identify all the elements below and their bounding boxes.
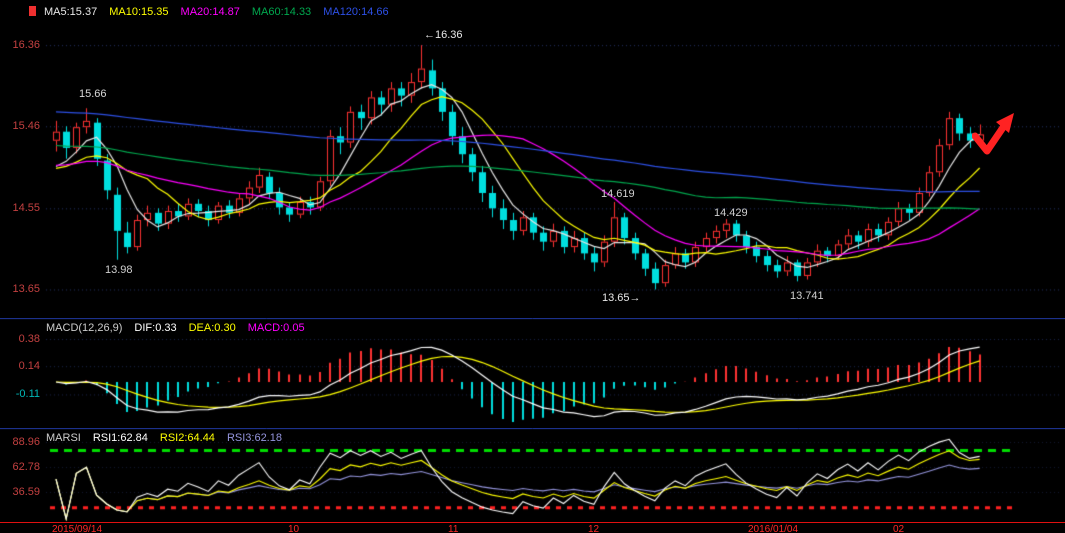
indicator-label: MACD:0.05 (248, 322, 305, 334)
price-annotation: 13.65→ (602, 292, 641, 304)
ma-values: MA5:15.37 MA10:15.35 MA20:14.87 MA60:14.33 M… (44, 6, 401, 18)
indicator-label: RSI3:62.18 (227, 432, 282, 444)
indicator-label: MA120:14.66 (323, 6, 388, 18)
price-annotation: ←16.36 (424, 29, 463, 41)
price-annotation: 13.98 (105, 264, 133, 276)
price-annotation: 15.66 (79, 88, 107, 100)
indicator-marker-icon (29, 6, 36, 16)
y-axis-label: 0.14 (2, 360, 40, 372)
trend-arrow-icon (972, 112, 1020, 158)
stock-chart-screen: MA5:15.37 MA10:15.35 MA20:14.87 MA60:14.33 M… (0, 0, 1065, 533)
x-axis-date-label: 10 (288, 524, 299, 533)
y-axis-label: 13.65 (2, 283, 40, 295)
y-axis-label: 0.38 (2, 333, 40, 345)
x-axis-date-label: 11 (448, 524, 458, 533)
price-annotation: 14.429 (714, 207, 748, 219)
price-annotation: 14.619 (601, 188, 635, 200)
indicator-label: DEA:0.30 (189, 322, 236, 334)
price-chart-canvas[interactable] (0, 0, 1065, 318)
rsi-values: MARSI RSI1:62.84 RSI2:64.44 RSI3:62.18 (46, 432, 294, 444)
y-axis-label: 16.36 (2, 39, 40, 51)
x-axis-date-label: 02 (893, 524, 904, 533)
time-axis: 2015/09/14 10 11 12 2016/01/04 02 (0, 522, 1065, 533)
indicator-label: DIF:0.33 (134, 322, 176, 334)
indicator-label: MA60:14.33 (252, 6, 311, 18)
ma-indicator-header: MA5:15.37 MA10:15.35 MA20:14.87 MA60:14.33 M… (29, 6, 413, 18)
y-axis-label: -0.11 (2, 388, 40, 400)
macd-indicator-header: MACD(12,26,9) DIF:0.33 DEA:0.30 MACD:0.05 (46, 322, 329, 334)
indicator-label: MA20:14.87 (181, 6, 240, 18)
indicator-label: MARSI (46, 432, 81, 444)
price-annotation: 13.741 (790, 290, 824, 302)
y-axis-label: 15.46 (2, 120, 40, 132)
indicator-label: MACD(12,26,9) (46, 322, 122, 334)
indicator-label: RSI2:64.44 (160, 432, 215, 444)
y-axis-label: 14.55 (2, 202, 40, 214)
rsi-indicator-header: MARSI RSI1:62.84 RSI2:64.44 RSI3:62.18 (46, 432, 306, 444)
x-axis-date-label: 2015/09/14 (52, 524, 102, 533)
macd-values: MACD(12,26,9) DIF:0.33 DEA:0.30 MACD:0.05 (46, 322, 317, 334)
x-axis-date-label: 12 (588, 524, 599, 533)
y-axis-label: 88.96 (2, 436, 40, 448)
macd-panel-canvas[interactable] (0, 318, 1065, 428)
indicator-label: RSI1:62.84 (93, 432, 148, 444)
y-axis-label: 62.78 (2, 461, 40, 473)
indicator-label: MA10:15.35 (109, 6, 168, 18)
y-axis-label: 36.59 (2, 486, 40, 498)
x-axis-date-label: 2016/01/04 (748, 524, 798, 533)
indicator-label: MA5:15.37 (44, 6, 97, 18)
